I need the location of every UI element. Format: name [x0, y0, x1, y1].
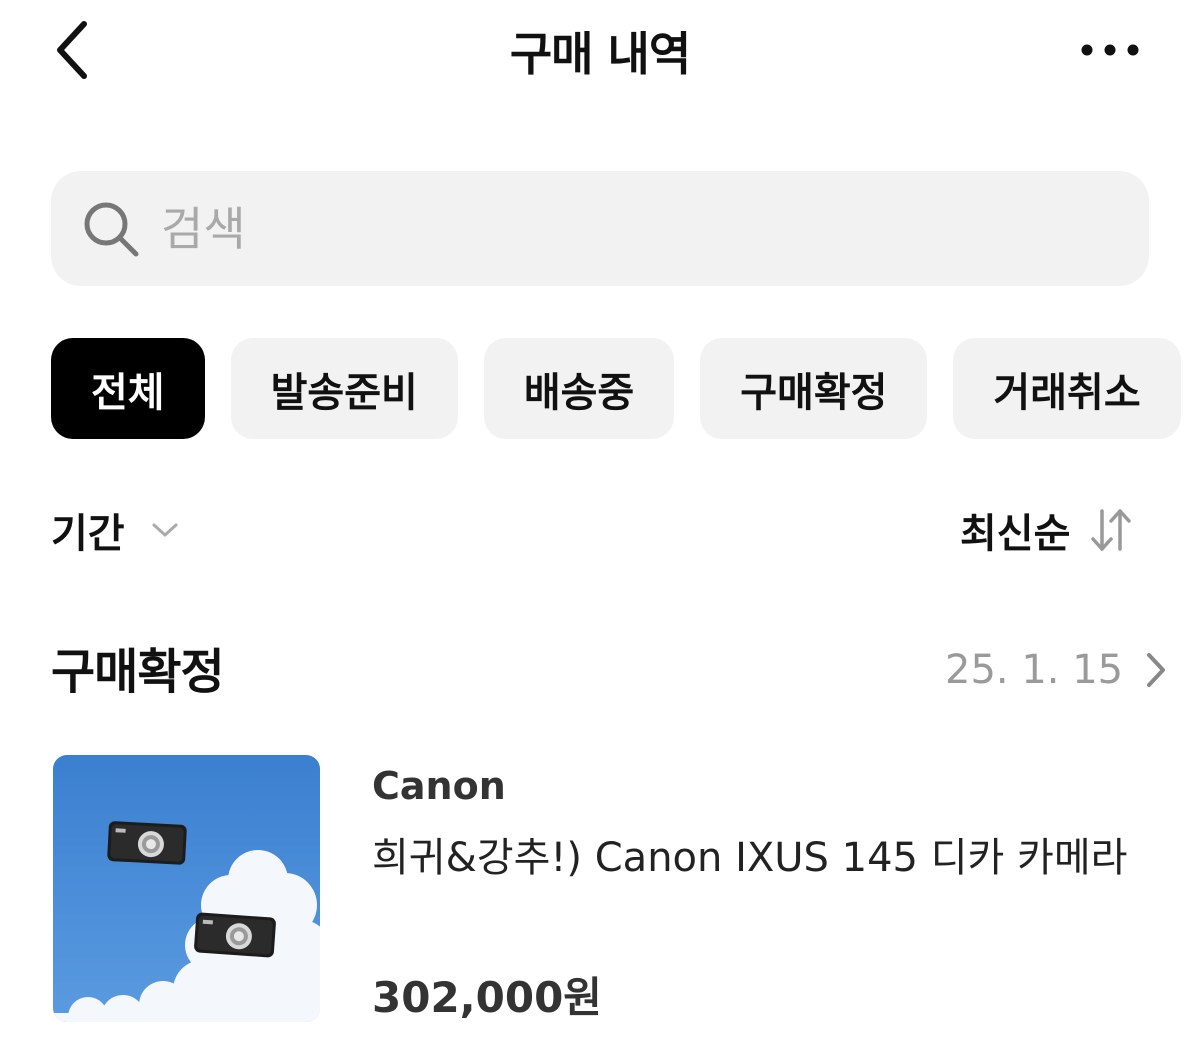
- period-filter[interactable]: 기간: [51, 500, 179, 560]
- order-status-title: 구매확정: [51, 644, 225, 700]
- product-name[interactable]: 희귀&강추!) Canon IXUS 145 디카 카메라: [372, 828, 1162, 888]
- sort-control[interactable]: 최신순: [960, 500, 1134, 560]
- product-photo: [53, 755, 320, 1022]
- chevron-down-icon: [152, 523, 178, 537]
- filter-chip-shipping[interactable]: 배송중: [483, 338, 675, 439]
- filter-chip-preparing[interactable]: 발송준비: [230, 338, 458, 439]
- page-title: 구매 내역: [509, 27, 691, 81]
- status-filter-chips: 전체 발송준비 배송중 구매확정 거래취소: [51, 338, 1181, 439]
- period-label: 기간: [51, 511, 125, 557]
- more-horizontal-icon: [1081, 44, 1139, 56]
- chevron-right-icon: [1147, 653, 1166, 687]
- more-options-button[interactable]: [1070, 22, 1150, 78]
- search-input[interactable]: [159, 193, 1103, 265]
- filter-chip-cancelled[interactable]: 거래취소: [953, 338, 1181, 439]
- filter-chip-confirmed[interactable]: 구매확정: [700, 338, 928, 439]
- sort-arrows-icon: [1091, 509, 1132, 551]
- order-detail-link[interactable]: 25. 1. 15: [945, 640, 1167, 700]
- product-image[interactable]: [53, 755, 320, 1022]
- filter-chip-all[interactable]: 전체: [51, 338, 205, 439]
- search-icon: [84, 202, 139, 257]
- order-date: 25. 1. 15: [945, 647, 1124, 693]
- product-price: 302,000원: [372, 973, 602, 1022]
- search-bar[interactable]: [51, 171, 1149, 286]
- sort-label: 최신순: [960, 511, 1071, 557]
- product-brand: Canon: [372, 764, 506, 808]
